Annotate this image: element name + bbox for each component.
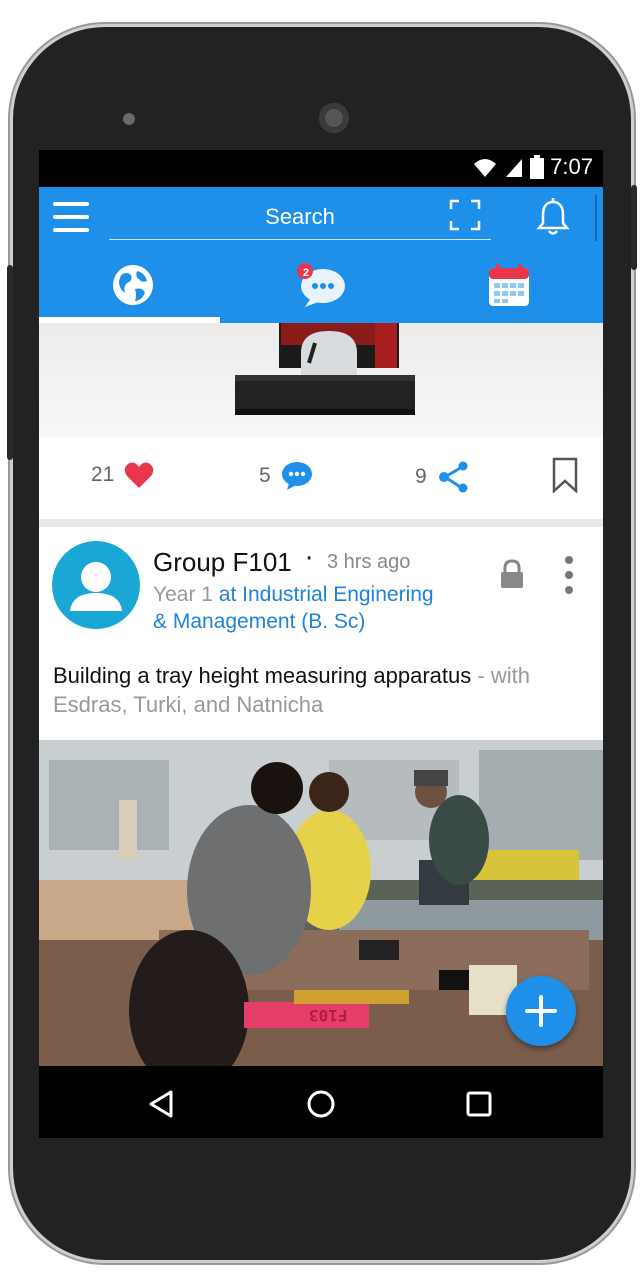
power-button <box>631 185 637 270</box>
comment-button[interactable]: 5 <box>259 461 313 491</box>
user-icon <box>70 562 122 611</box>
signal-icon <box>506 159 523 177</box>
notifications-button[interactable] <box>533 197 573 237</box>
scan-icon[interactable] <box>449 199 481 231</box>
post-card: Group F101 · 3 hrs ago Year 1 at Industr… <box>39 527 603 737</box>
front-camera <box>319 103 349 133</box>
post-actions: 21 5 9 <box>39 437 603 519</box>
like-count: 21 <box>91 463 115 486</box>
status-bar: 7:07 <box>39 150 603 187</box>
recents-icon <box>466 1091 492 1117</box>
volume-button <box>7 265 13 460</box>
comment-count: 5 <box>259 464 271 487</box>
wifi-icon <box>474 159 497 177</box>
back-button[interactable] <box>142 1084 182 1124</box>
post-image-product[interactable] <box>39 323 603 437</box>
share-icon <box>438 461 468 493</box>
sign-text: F103 <box>309 1006 348 1025</box>
post-divider <box>39 519 603 527</box>
home-icon <box>307 1090 335 1118</box>
app-bar-divider <box>595 195 597 241</box>
avatar[interactable] <box>52 541 140 629</box>
post-time: 3 hrs ago <box>327 551 411 573</box>
screen: 7:07 Search 2 21 5 9 Group F101 · 3 hrs … <box>39 150 603 1138</box>
add-button[interactable] <box>506 976 576 1046</box>
proximity-sensor <box>123 113 135 125</box>
product-render <box>235 323 415 415</box>
bookmark-button[interactable] <box>551 457 579 497</box>
recents-button[interactable] <box>459 1084 499 1124</box>
group-name[interactable]: Group F101 <box>153 547 292 578</box>
bookmark-icon <box>552 457 578 494</box>
share-button[interactable]: 9 <box>415 461 469 493</box>
separator-dot: · <box>305 544 314 574</box>
like-button[interactable]: 21 <box>91 461 154 489</box>
more-icon[interactable] <box>563 555 575 595</box>
tab-world[interactable] <box>39 247 227 323</box>
calendar-icon <box>489 264 529 306</box>
tab-messages[interactable]: 2 <box>227 247 415 323</box>
post-body: Building a tray height measuring apparat… <box>53 663 472 688</box>
back-icon <box>149 1090 173 1118</box>
org-link-line2[interactable]: & Management (B. Sc) <box>153 610 365 634</box>
post-text: Building a tray height measuring apparat… <box>53 661 593 719</box>
battery-icon <box>530 155 545 179</box>
comment-icon <box>281 462 312 490</box>
app-bar: Search <box>39 187 603 247</box>
plus-icon <box>525 995 557 1027</box>
post-subtitle: Year 1 at Industrial Enginering <box>153 583 434 607</box>
search-label: Search <box>265 204 335 229</box>
search-input[interactable]: Search <box>109 195 491 240</box>
tab-calendar[interactable] <box>415 247 603 323</box>
heart-icon <box>125 462 154 488</box>
message-badge: 2 <box>302 267 310 279</box>
lock-icon <box>501 559 523 588</box>
hamburger-icon <box>53 202 89 232</box>
year-label: Year 1 <box>153 583 213 606</box>
globe-icon <box>113 265 153 305</box>
home-button[interactable] <box>301 1084 341 1124</box>
bell-icon <box>536 198 570 235</box>
share-count: 9 <box>415 465 427 488</box>
menu-button[interactable] <box>53 200 89 234</box>
system-nav-bar <box>39 1066 603 1138</box>
org-link[interactable]: at Industrial Enginering <box>219 583 434 606</box>
tab-bar: 2 <box>39 247 603 323</box>
status-time: 7:07 <box>550 154 593 179</box>
